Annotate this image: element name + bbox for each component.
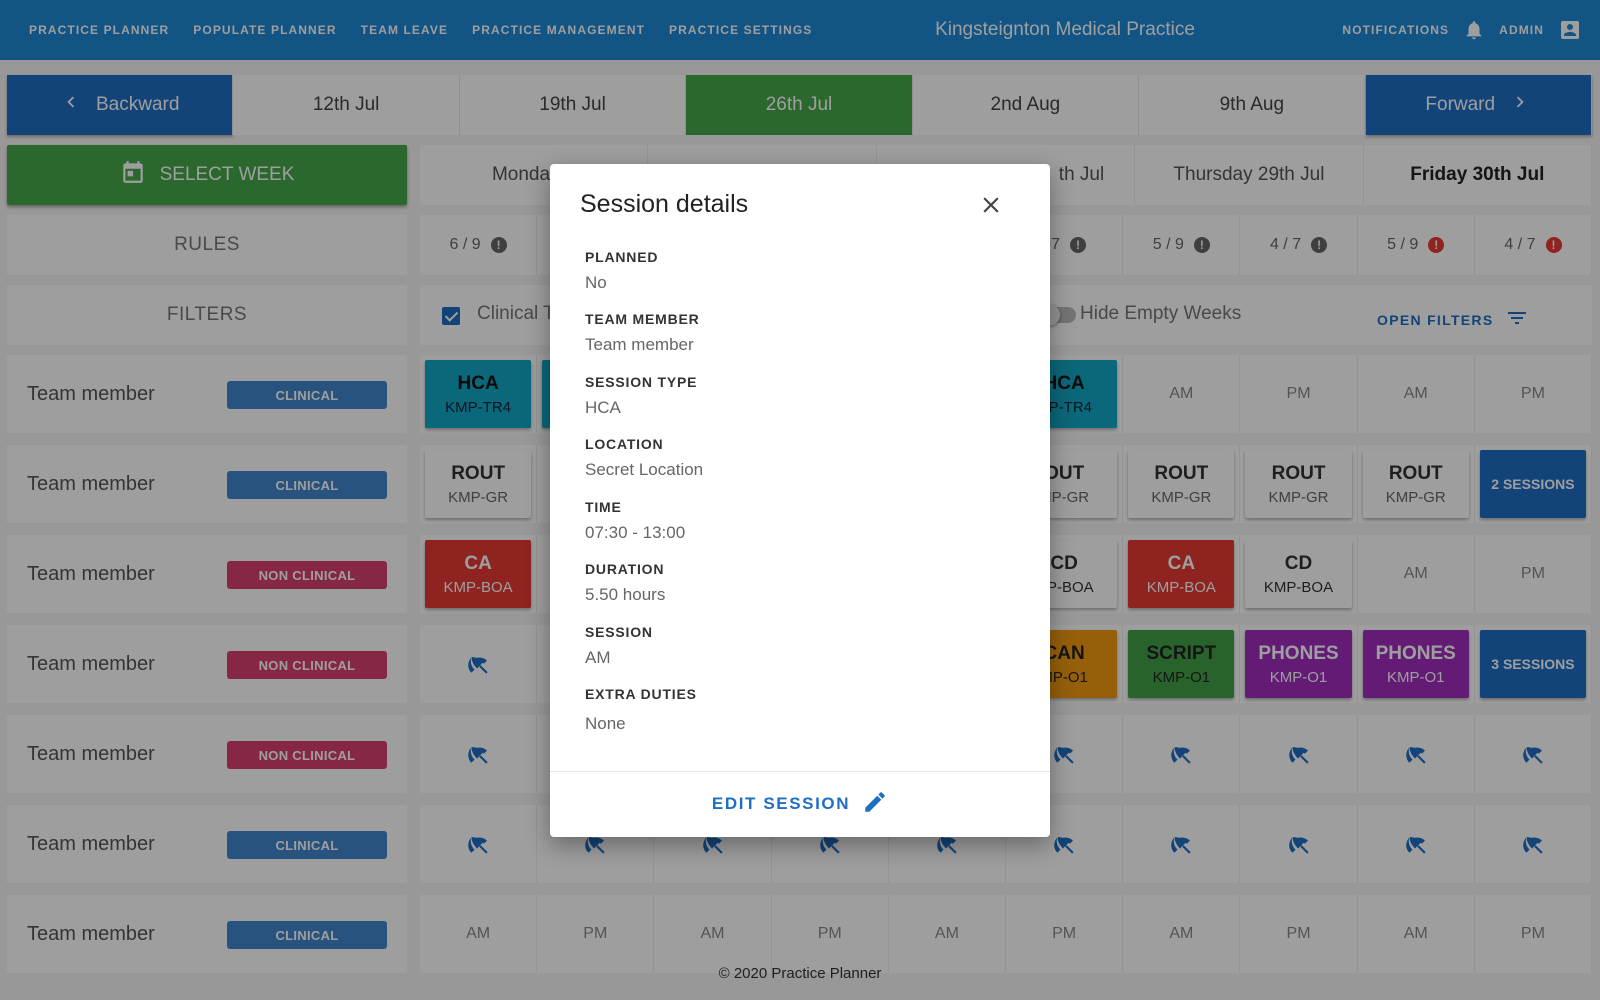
field-label: PLANNED (585, 249, 659, 265)
field-value: None (585, 714, 626, 733)
edit-session-label: EDIT SESSION (711, 794, 851, 813)
field-label: SESSION TYPE (585, 374, 698, 390)
session-details-dialog: Session details PLANNED No TEAM MEMBER T… (550, 164, 1050, 837)
field-duration: DURATION 5.50 hours (585, 561, 665, 605)
field-value: Secret Location (585, 460, 704, 479)
field-value: AM (585, 648, 611, 667)
field-time: TIME 07:30 - 13:00 (585, 499, 685, 543)
field-label: TIME (585, 499, 622, 515)
close-icon[interactable] (976, 190, 1006, 220)
field-team-member: TEAM MEMBER Team member (585, 311, 700, 355)
edit-session-button[interactable]: EDIT SESSION (550, 784, 1050, 824)
field-value: HCA (585, 398, 621, 417)
field-value: 5.50 hours (585, 585, 666, 604)
field-label: DURATION (585, 561, 665, 577)
field-value: Team member (585, 335, 694, 354)
field-session: SESSION AM (585, 624, 653, 668)
field-session-type: SESSION TYPE HCA (585, 374, 697, 418)
field-planned: PLANNED No (585, 249, 658, 293)
field-label: LOCATION (585, 436, 664, 452)
dialog-divider (550, 771, 1050, 772)
field-value: No (585, 273, 607, 292)
field-location: LOCATION Secret Location (585, 436, 703, 480)
dialog-title: Session details (580, 190, 749, 218)
field-label: EXTRA DUTIES (585, 686, 697, 702)
pencil-icon (862, 789, 888, 820)
field-label: TEAM MEMBER (585, 311, 700, 327)
field-extra-duties: EXTRA DUTIES None (585, 686, 697, 734)
field-value: 07:30 - 13:00 (585, 523, 686, 542)
field-label: SESSION (585, 624, 653, 640)
